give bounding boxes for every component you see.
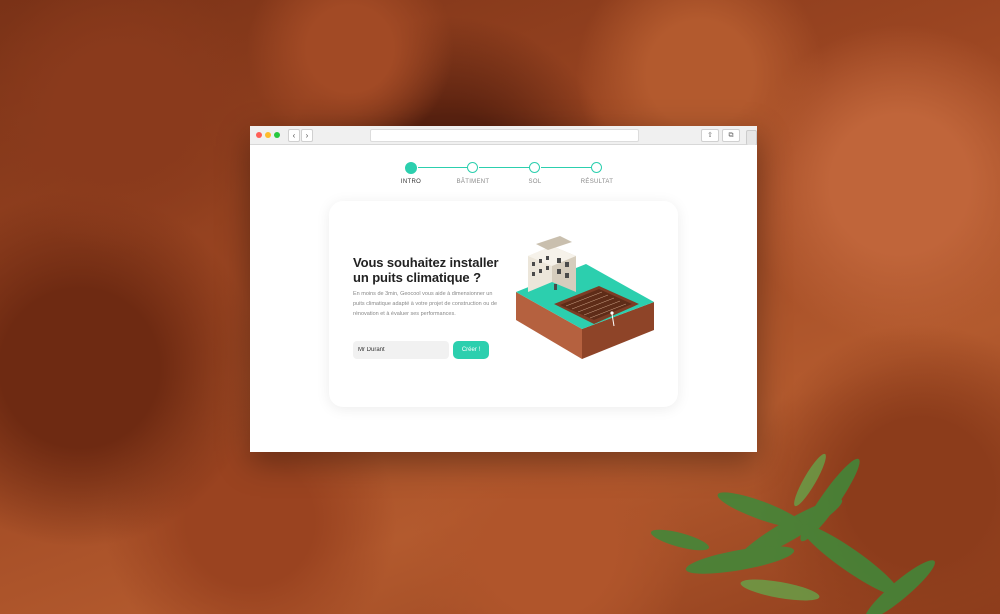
progress-stepper: INTRO BÂTIMENT SOL RÉSULTAT — [250, 161, 757, 192]
share-icon[interactable]: ⇧ — [701, 129, 719, 142]
chevron-left-icon[interactable]: ‹ — [288, 129, 300, 142]
create-button[interactable]: Créer ! — [453, 341, 489, 359]
step-label-resultat[interactable]: RÉSULTAT — [581, 179, 613, 185]
minimize-window-button[interactable] — [265, 132, 271, 138]
new-tab-button[interactable] — [746, 130, 757, 145]
step-indicator-batiment[interactable] — [467, 162, 478, 173]
tabs-icon[interactable]: ⧉ — [722, 129, 740, 142]
building-ground-illustration — [516, 236, 654, 359]
step-connector — [479, 167, 536, 168]
browser-window: ‹ › ⇧ ⧉ INTRO BÂTIMENT SOL RÉSULTAT Vous… — [250, 126, 757, 452]
step-connector — [418, 167, 474, 168]
step-indicator-intro[interactable] — [405, 161, 417, 174]
plant-background — [650, 453, 935, 614]
step-label-batiment[interactable]: BÂTIMENT — [457, 179, 490, 185]
intro-card: Vous souhaitez installer un puits climat… — [329, 201, 678, 407]
maximize-window-button[interactable] — [274, 132, 280, 138]
address-bar[interactable] — [370, 129, 639, 142]
intro-title: Vous souhaitez installer un puits climat… — [353, 255, 499, 285]
name-input[interactable] — [353, 341, 449, 359]
chevron-right-icon[interactable]: › — [301, 129, 313, 142]
close-window-button[interactable] — [256, 132, 262, 138]
browser-toolbar: ‹ › ⇧ ⧉ — [250, 126, 757, 145]
step-indicator-resultat[interactable] — [591, 162, 602, 173]
step-connector — [541, 167, 597, 168]
step-label-intro[interactable]: INTRO — [401, 179, 421, 185]
step-label-sol[interactable]: SOL — [529, 179, 542, 185]
step-indicator-sol[interactable] — [529, 162, 540, 173]
intro-description: En moins de 3min, Geocool vous aide à di… — [353, 291, 498, 317]
